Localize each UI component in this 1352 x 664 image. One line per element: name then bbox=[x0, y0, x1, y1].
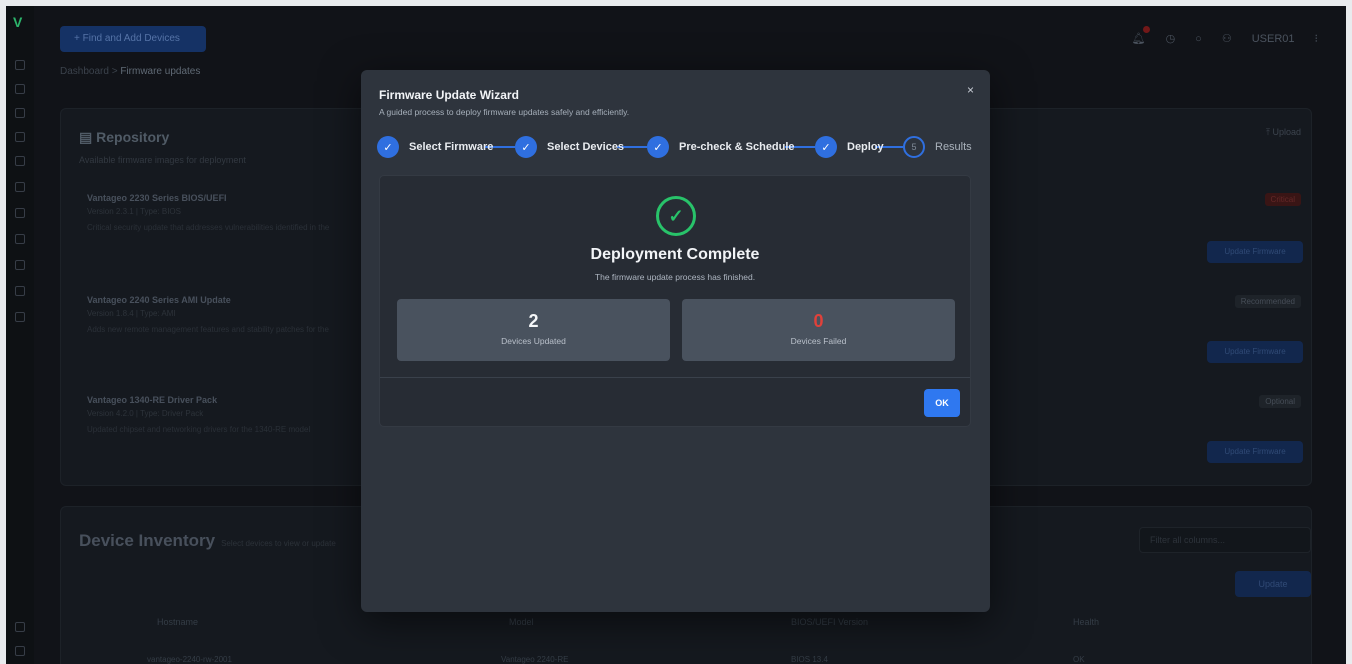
ok-button[interactable]: OK bbox=[924, 389, 960, 417]
step-label: Pre-check & Schedule bbox=[679, 141, 795, 153]
devices-failed-label: Devices Failed bbox=[790, 336, 847, 346]
results-card: ✓ Deployment Complete The firmware updat… bbox=[379, 175, 971, 427]
step-label: Results bbox=[935, 141, 972, 153]
wizard-stepper: ✓ Select Firmware ✓ Select Devices ✓ Pre… bbox=[377, 135, 977, 159]
devices-failed-stat: 0 Devices Failed bbox=[682, 299, 955, 361]
check-icon: ✓ bbox=[377, 136, 399, 158]
result-heading: Deployment Complete bbox=[590, 246, 760, 263]
divider bbox=[380, 377, 970, 378]
step-label: Select Devices bbox=[547, 141, 625, 153]
step-precheck-schedule: ✓ Pre-check & Schedule bbox=[647, 135, 795, 159]
check-icon: ✓ bbox=[515, 136, 537, 158]
check-icon: ✓ bbox=[647, 136, 669, 158]
dialog-title: Firmware Update Wizard bbox=[379, 88, 519, 102]
devices-updated-stat: 2 Devices Updated bbox=[397, 299, 670, 361]
step-select-firmware: ✓ Select Firmware bbox=[377, 135, 493, 159]
check-icon: ✓ bbox=[815, 136, 837, 158]
step-deploy: ✓ Deploy bbox=[815, 135, 884, 159]
dialog-subtitle: A guided process to deploy firmware upda… bbox=[379, 107, 630, 117]
result-description: The firmware update process has finished… bbox=[594, 272, 756, 282]
step-label: Select Firmware bbox=[409, 141, 494, 153]
step-results: 5 Results bbox=[903, 135, 972, 159]
devices-updated-label: Devices Updated bbox=[501, 336, 566, 346]
devices-updated-count: 2 bbox=[528, 311, 539, 331]
devices-failed-count: 0 bbox=[813, 311, 824, 331]
close-icon[interactable]: × bbox=[967, 83, 974, 97]
step-label: Deploy bbox=[847, 141, 884, 153]
success-check-icon: ✓ bbox=[656, 196, 696, 236]
step-number: 5 bbox=[903, 136, 925, 158]
step-select-devices: ✓ Select Devices bbox=[515, 135, 624, 159]
firmware-update-wizard-dialog: Firmware Update Wizard A guided process … bbox=[361, 70, 990, 612]
